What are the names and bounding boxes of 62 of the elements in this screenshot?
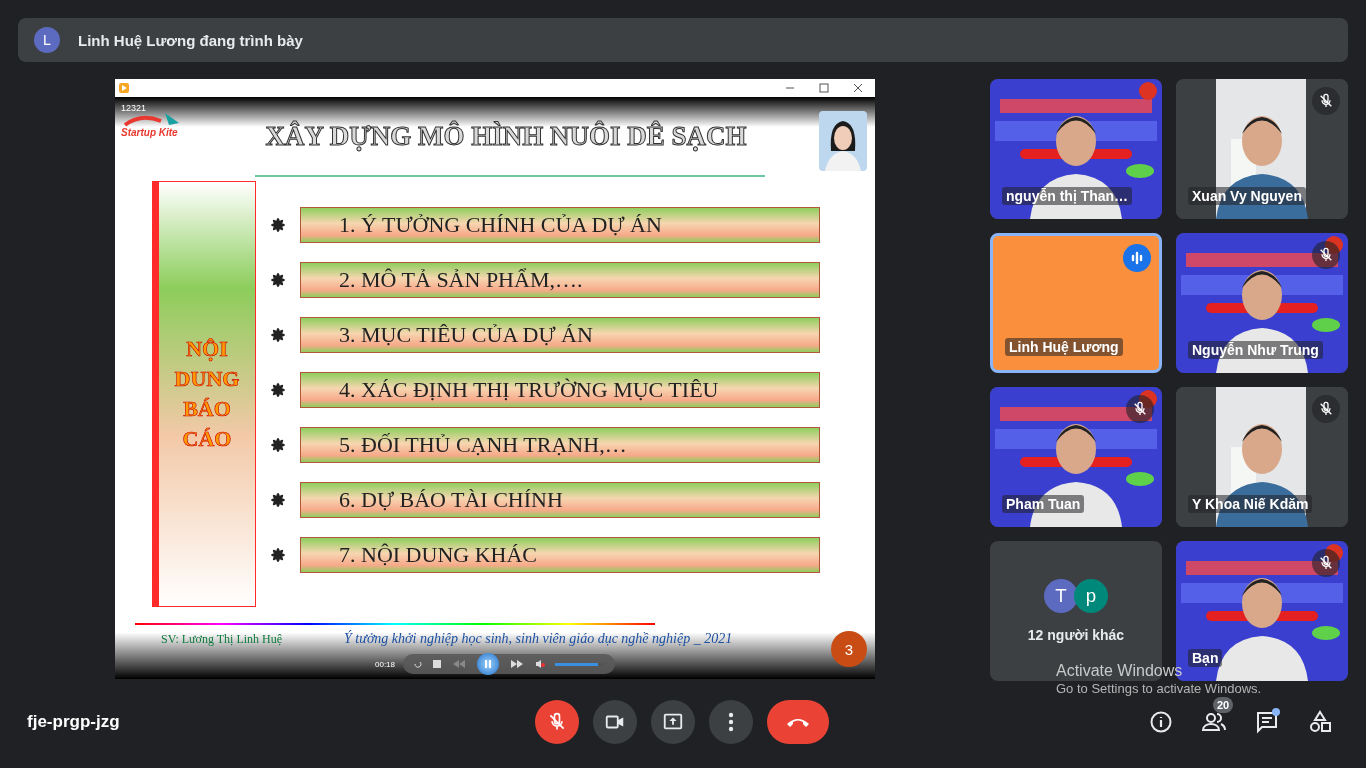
more-icon bbox=[728, 712, 734, 732]
side-label: NỘI DUNG BÁO CÁO bbox=[173, 335, 241, 453]
mic-off-icon bbox=[1132, 401, 1148, 417]
next-icon[interactable] bbox=[509, 660, 525, 668]
microphone-button[interactable] bbox=[535, 700, 579, 744]
play-time: 00:18 bbox=[375, 659, 395, 669]
player-app-icon bbox=[119, 83, 129, 93]
participant-name: Y Khoa Niế Kdăm bbox=[1188, 495, 1313, 513]
close-icon[interactable] bbox=[853, 83, 863, 93]
people-icon bbox=[1201, 710, 1227, 734]
camera-button[interactable] bbox=[593, 700, 637, 744]
mic-off-icon bbox=[1318, 93, 1334, 109]
mic-off-icon bbox=[547, 712, 567, 732]
chat-icon bbox=[1255, 710, 1279, 734]
pause-icon bbox=[483, 659, 493, 669]
activation-notice-text: Go to Settings to activate Windows. bbox=[1056, 682, 1262, 696]
flower-bullet-icon bbox=[270, 327, 286, 343]
others-count: 12 người khác bbox=[1027, 627, 1125, 643]
agenda-item: 2. MÔ TẢ SẢN PHẨM,…. bbox=[300, 262, 820, 298]
agenda-item: 7. NỘI DUNG KHÁC bbox=[300, 537, 820, 573]
participant-name: Xuan Vy Nguyen bbox=[1188, 187, 1306, 205]
participant-name: Bạn bbox=[1188, 649, 1223, 667]
mic-off-icon bbox=[1318, 401, 1334, 417]
agenda-item: 6. DỰ BÁO TÀI CHÍNH bbox=[300, 482, 820, 518]
presenter-avatar: L bbox=[34, 27, 60, 53]
flower-bullet-icon bbox=[270, 547, 286, 563]
agenda-item: 5. ĐỐI THỦ CẠNH TRẠNH,… bbox=[300, 427, 820, 463]
logo-text: Startup Kite bbox=[121, 127, 178, 138]
meeting-code: fje-prgp-jzg bbox=[27, 712, 120, 732]
agenda-item: 1. Ý TƯỞNG CHÍNH CỦA DỰ ÁN bbox=[300, 207, 820, 243]
flower-bullet-icon bbox=[270, 382, 286, 398]
speaking-icon bbox=[1130, 251, 1144, 265]
agenda-item: 4. XÁC ĐỊNH THỊ TRƯỜNG MỤC TIÊU bbox=[300, 372, 820, 408]
flower-bullet-icon bbox=[270, 272, 286, 288]
presenter-text: Linh Huệ Lương đang trình bày bbox=[78, 31, 303, 49]
participant-name: Pham Tuan bbox=[1002, 495, 1085, 513]
participant-avatar: p bbox=[1074, 579, 1108, 613]
pause-button[interactable] bbox=[477, 653, 499, 675]
phone-icon bbox=[785, 716, 811, 728]
slide-title: XÂY DỰNG MÔ HÌNH NUÔI DÊ SẠCH bbox=[264, 121, 748, 152]
end-call-button[interactable] bbox=[767, 700, 829, 744]
volume-slider[interactable] bbox=[555, 662, 605, 666]
slide-footer: Ý tưởng khởi nghiệp học sinh, sinh viên giáo dục nghề nghiệp _ 2021 bbox=[344, 631, 733, 647]
mic-off-icon bbox=[1318, 247, 1334, 263]
participant-count: 20 bbox=[1213, 697, 1234, 713]
present-button[interactable] bbox=[651, 700, 695, 744]
repeat-icon[interactable] bbox=[413, 659, 423, 669]
flower-bullet-icon bbox=[270, 492, 286, 508]
slide-counter: 12321 bbox=[121, 103, 147, 113]
participant-name: Linh Huệ Lương bbox=[1005, 338, 1123, 356]
agenda-item: 3. MỤC TIÊU CỦA DỰ ÁN bbox=[300, 317, 820, 353]
maximize-icon[interactable] bbox=[819, 83, 829, 93]
volume-icon[interactable] bbox=[535, 659, 545, 669]
info-icon bbox=[1149, 710, 1173, 734]
flower-bullet-icon bbox=[270, 217, 286, 233]
page-number: 3 bbox=[831, 631, 867, 667]
flower-bullet-icon bbox=[270, 437, 286, 453]
mic-off-icon bbox=[1318, 555, 1334, 571]
more-options-button[interactable] bbox=[709, 700, 753, 744]
slide-author: SV: Lương Thị Linh Huệ bbox=[161, 631, 283, 647]
participant-avatar: T bbox=[1044, 579, 1078, 613]
shapes-icon bbox=[1308, 710, 1332, 734]
